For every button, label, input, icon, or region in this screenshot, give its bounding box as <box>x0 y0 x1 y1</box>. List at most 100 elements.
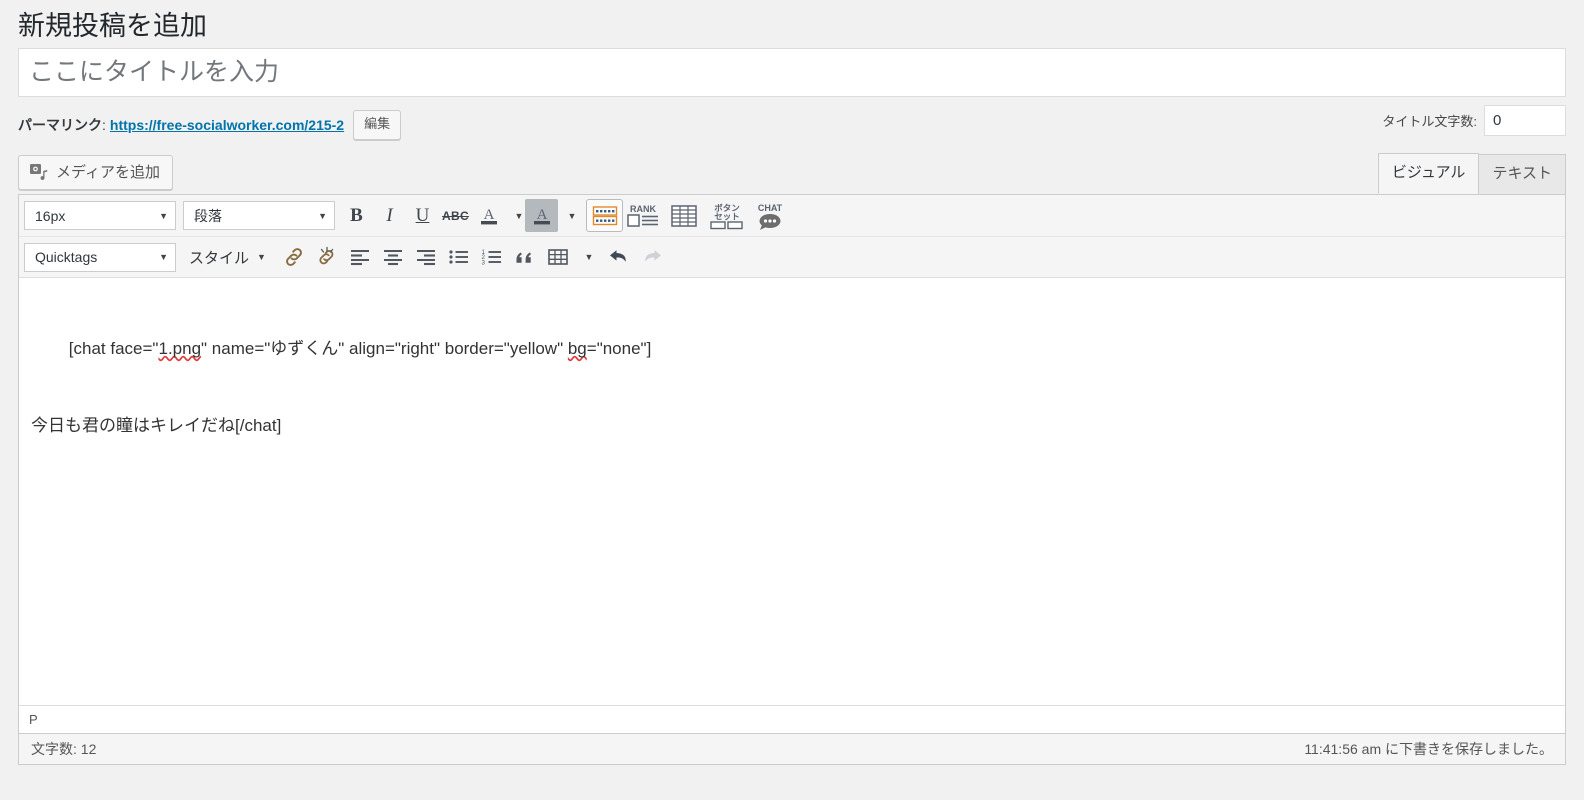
insert-table-block-button[interactable] <box>663 199 705 232</box>
chevron-down-icon: ▼ <box>318 210 327 221</box>
editor-container: 16px ▼ 段落 ▼ B I U ABC A ▼ A ▼ RANK ボタン セ… <box>18 194 1566 735</box>
page-title: 新規投稿を追加 <box>18 11 207 41</box>
align-left-icon <box>349 247 371 267</box>
italic-button[interactable]: I <box>373 199 406 232</box>
paragraph-format-select[interactable]: 段落 ▼ <box>183 201 335 231</box>
align-center-button[interactable] <box>377 241 410 274</box>
font-size-value: 16px <box>35 207 66 224</box>
button-set-icon: ボタン セット <box>708 201 746 231</box>
background-color-dropdown[interactable]: ▼ <box>558 199 578 232</box>
chevron-down-icon: ▼ <box>159 252 168 263</box>
table-grid-icon <box>669 202 699 230</box>
content-line-2: 今日も君の瞳はキレイだね[/chat] <box>31 415 282 435</box>
underline-icon: U <box>415 204 430 226</box>
keyboard-icon <box>592 205 618 227</box>
style-label: スタイル <box>189 249 250 267</box>
permalink-url-link[interactable]: https://free-socialworker.com/215-2 <box>110 117 344 133</box>
title-counter-value[interactable] <box>1484 105 1566 137</box>
element-path-value: P <box>29 712 38 728</box>
undo-button[interactable] <box>603 241 636 274</box>
toolbar-row-1: 16px ▼ 段落 ▼ B I U ABC A ▼ A ▼ RANK ボタン セ… <box>19 195 1565 236</box>
numbered-list-button[interactable]: 123 <box>476 241 509 274</box>
chevron-down-icon: ▼ <box>514 210 524 221</box>
font-size-select[interactable]: 16px ▼ <box>24 201 176 231</box>
tab-text[interactable]: テキスト <box>1478 153 1566 195</box>
table-icon <box>547 247 569 267</box>
permalink-row: パーマリンク : https://free-socialworker.com/2… <box>0 97 1584 143</box>
permalink-colon: : <box>102 117 106 134</box>
chevron-down-icon: ▼ <box>257 252 266 263</box>
svg-text:A: A <box>536 207 547 223</box>
chat-icon: CHAT <box>753 201 787 231</box>
background-color-button[interactable]: A <box>525 199 558 233</box>
rank-icon: RANK <box>626 202 660 230</box>
text-color-icon: A <box>478 204 500 228</box>
editor-mode-tabs: ビジュアル テキスト <box>1377 152 1566 195</box>
add-media-label: メディアを追加 <box>56 164 160 182</box>
chevron-down-icon: ▼ <box>159 210 168 221</box>
editor-content-area[interactable]: [chat face="1.png" name="ゆずくん" align="ri… <box>19 278 1565 706</box>
media-and-tabs-row: メディアを追加 ビジュアル テキスト <box>0 143 1584 195</box>
permalink-edit-button[interactable]: 編集 <box>353 110 402 140</box>
content-line1-part1: [chat face=" <box>68 339 159 359</box>
chevron-down-icon: ▼ <box>584 252 594 263</box>
post-title-wrap <box>0 48 1584 98</box>
insert-link-button[interactable] <box>278 241 311 274</box>
content-line1-part3: ="none"] <box>586 339 652 359</box>
style-dropdown-button[interactable]: スタイル ▼ <box>181 247 270 268</box>
quicktags-select[interactable]: Quicktags ▼ <box>24 242 176 272</box>
bold-icon: B <box>350 204 363 226</box>
text-color-dropdown[interactable]: ▼ <box>505 199 525 232</box>
align-right-button[interactable] <box>410 241 443 274</box>
svg-text:A: A <box>483 207 494 223</box>
italic-icon: I <box>386 204 393 226</box>
svg-text:CHAT: CHAT <box>758 203 783 213</box>
permalink-label: パーマリンク <box>18 117 102 134</box>
bullet-list-icon <box>448 247 470 267</box>
chevron-down-icon: ▼ <box>567 210 577 221</box>
title-character-counter: タイトル文字数: <box>1382 105 1566 137</box>
table-dropdown[interactable]: ▼ <box>575 241 595 274</box>
svg-text:RANK: RANK <box>630 204 656 214</box>
insert-table-button[interactable] <box>542 241 575 274</box>
insert-link-icon <box>283 246 305 268</box>
tab-visual[interactable]: ビジュアル <box>1377 152 1480 195</box>
numbered-list-icon: 123 <box>481 247 503 267</box>
background-color-icon: A <box>531 204 553 228</box>
keyboard-shortcuts-button[interactable] <box>586 199 623 233</box>
element-path-bar: P <box>19 705 1565 734</box>
remove-link-button[interactable] <box>311 241 344 274</box>
bullet-list-button[interactable] <box>443 241 476 274</box>
post-title-input[interactable] <box>18 48 1566 98</box>
redo-button[interactable] <box>636 241 669 274</box>
paragraph-format-value: 段落 <box>194 207 222 224</box>
content-line1-misspelled-filename: 1.png <box>158 339 202 359</box>
content-line-1: [chat face="1.png" name="ゆずくん" align="ri… <box>31 292 1553 407</box>
redo-icon <box>640 246 664 268</box>
strikethrough-button[interactable]: ABC <box>439 199 472 232</box>
bold-button[interactable]: B <box>340 199 373 232</box>
autosave-status: 11:41:56 am に下書きを保存しました。 <box>1304 741 1553 758</box>
quicktags-value: Quicktags <box>35 249 98 266</box>
editor-status-bar: 文字数: 12 11:41:56 am に下書きを保存しました。 <box>18 734 1566 766</box>
add-media-icon <box>29 163 49 183</box>
button-set-button[interactable]: ボタン セット <box>705 199 749 232</box>
undo-icon <box>607 246 631 268</box>
remove-link-icon <box>316 246 338 268</box>
rank-box-button[interactable]: RANK <box>623 199 663 232</box>
word-count: 文字数: 12 <box>31 741 97 758</box>
strikethrough-icon: ABC <box>442 208 469 223</box>
chat-shortcode-button[interactable]: CHAT <box>749 199 791 232</box>
blockquote-button[interactable] <box>509 241 542 274</box>
align-right-icon <box>415 247 437 267</box>
content-line1-part2: " name="ゆずくん" align="right" border="yell… <box>201 339 568 359</box>
text-color-button[interactable]: A <box>472 199 505 232</box>
wp-post-editor-page: 新規投稿を追加 パーマリンク : https://free-socialwork… <box>0 0 1584 800</box>
svg-text:セット: セット <box>714 211 740 221</box>
editor-toolbar: 16px ▼ 段落 ▼ B I U ABC A ▼ A ▼ RANK ボタン セ… <box>19 195 1565 279</box>
blockquote-icon <box>514 247 536 267</box>
add-media-button[interactable]: メディアを追加 <box>18 155 173 191</box>
content-line1-misspelled-bg: bg <box>567 339 587 359</box>
align-left-button[interactable] <box>344 241 377 274</box>
underline-button[interactable]: U <box>406 199 439 232</box>
